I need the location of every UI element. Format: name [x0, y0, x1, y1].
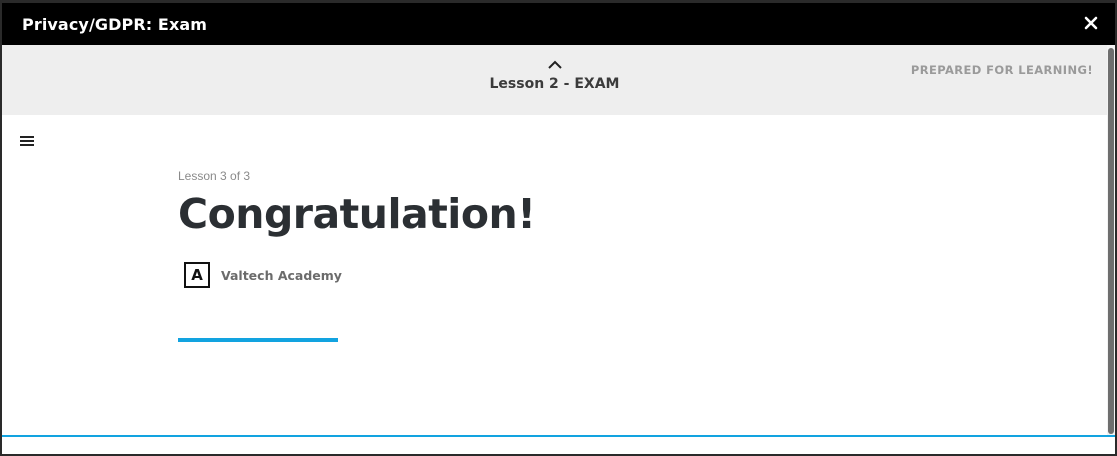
- brand-tagline: PREPARED FOR LEARNING!: [910, 63, 1093, 77]
- close-icon: [1084, 16, 1098, 30]
- course-window: Privacy/GDPR: Exam Lesson 2 - EXAM PREPA…: [0, 0, 1117, 456]
- lesson-content: Lesson 3 of 3 Congratulation! A Valtech …: [178, 169, 536, 342]
- scrollbar-thumb[interactable]: [1108, 48, 1114, 434]
- hamburger-menu-icon: [20, 136, 34, 146]
- menu-button[interactable]: [18, 134, 36, 148]
- lesson-title: Congratulation!: [178, 190, 536, 238]
- lesson-header: Lesson 2 - EXAM PREPARED FOR LEARNING!: [2, 45, 1107, 115]
- lesson-author: A Valtech Academy: [184, 262, 535, 288]
- close-button[interactable]: [1081, 13, 1101, 33]
- lesson-counter: Lesson 3 of 3: [178, 169, 251, 183]
- scrollbar[interactable]: [1107, 45, 1115, 437]
- previous-lesson-label: Lesson 2 - EXAM: [489, 76, 620, 92]
- chevron-up-icon: [547, 60, 562, 69]
- window-title: Privacy/GDPR: Exam: [22, 14, 208, 34]
- academy-logo-icon: A: [184, 262, 210, 288]
- author-name: Valtech Academy: [221, 267, 342, 283]
- title-accent-divider: [178, 338, 338, 342]
- progress-bar: [2, 435, 1115, 437]
- title-bar: Privacy/GDPR: Exam: [2, 3, 1115, 45]
